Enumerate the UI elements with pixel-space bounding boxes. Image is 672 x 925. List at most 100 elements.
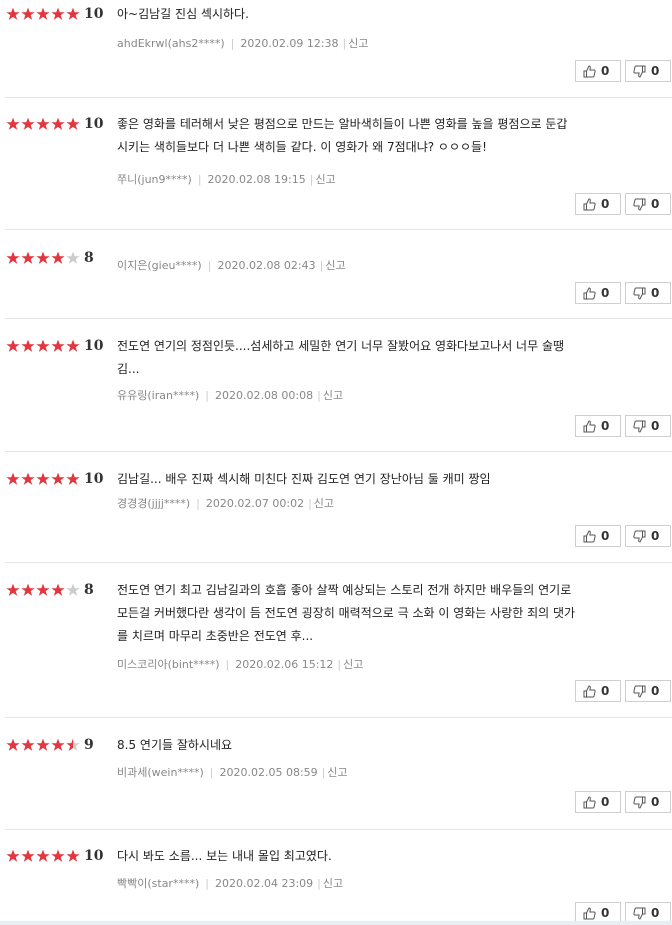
thumbs-down-icon bbox=[626, 286, 651, 300]
like-button[interactable]: 0 bbox=[575, 60, 621, 82]
star-rating bbox=[6, 738, 81, 752]
meta-separator: | bbox=[317, 389, 321, 402]
star-icon bbox=[21, 738, 35, 752]
review-text-line: 다시 봐도 소름... 보는 내내 몰입 최고였다. bbox=[117, 849, 332, 863]
star-icon bbox=[51, 849, 65, 863]
meta-separator: | bbox=[309, 173, 314, 186]
meta-separator: | bbox=[197, 173, 202, 186]
like-button[interactable]: 0 bbox=[575, 193, 621, 215]
like-count: 0 bbox=[601, 64, 610, 78]
star-rating bbox=[6, 472, 81, 486]
star-icon bbox=[51, 583, 65, 597]
report-link[interactable]: 신고 bbox=[327, 766, 347, 779]
review-author[interactable]: 유유링(iran****) bbox=[117, 389, 199, 402]
report-link[interactable]: 신고 bbox=[323, 877, 343, 890]
star-icon bbox=[36, 738, 50, 752]
review-date: 2020.02.07 00:02 bbox=[205, 497, 305, 510]
star-icon bbox=[51, 7, 65, 21]
like-count: 0 bbox=[601, 286, 610, 300]
review-author[interactable]: 경경경(jjjj****) bbox=[117, 497, 190, 510]
like-count: 0 bbox=[601, 684, 610, 698]
vote-buttons: 00 bbox=[571, 680, 671, 702]
star-icon bbox=[66, 117, 80, 131]
review-date: 2020.02.05 08:59 bbox=[219, 766, 318, 779]
review-meta: 유유링(iran****) | 2020.02.08 00:08 | 신고 bbox=[117, 387, 343, 403]
dislike-button[interactable]: 0 bbox=[625, 791, 671, 813]
meta-separator: | bbox=[196, 497, 200, 510]
review-score: 9 bbox=[84, 737, 94, 753]
like-button[interactable]: 0 bbox=[575, 282, 621, 304]
star-icon bbox=[21, 7, 35, 21]
report-link[interactable]: 신고 bbox=[315, 173, 335, 186]
review-score: 10 bbox=[84, 848, 104, 864]
like-button[interactable]: 0 bbox=[575, 791, 621, 813]
like-button[interactable]: 0 bbox=[575, 415, 621, 437]
star-icon bbox=[36, 339, 50, 353]
report-link[interactable]: 신고 bbox=[323, 389, 343, 402]
star-icon bbox=[36, 583, 50, 597]
review-divider bbox=[5, 562, 672, 563]
report-link[interactable]: 신고 bbox=[325, 259, 345, 272]
thumbs-down-icon bbox=[626, 64, 651, 78]
dislike-button[interactable]: 0 bbox=[625, 282, 671, 304]
vote-buttons: 00 bbox=[571, 282, 671, 304]
meta-separator: | bbox=[342, 37, 347, 50]
review-score: 10 bbox=[84, 6, 104, 22]
thumbs-up-icon bbox=[576, 684, 601, 698]
star-rating bbox=[6, 117, 81, 131]
review-divider bbox=[5, 97, 672, 98]
dislike-button[interactable]: 0 bbox=[625, 680, 671, 702]
review-author[interactable]: 미스코리아(bint****) bbox=[117, 658, 220, 671]
meta-separator: | bbox=[308, 497, 312, 510]
star-icon bbox=[66, 472, 80, 486]
review-author[interactable]: 비과세(wein****) bbox=[117, 766, 204, 779]
review-author[interactable]: 쭈니(jun9****) bbox=[117, 173, 192, 186]
star-rating bbox=[6, 339, 81, 353]
star-icon bbox=[36, 472, 50, 486]
review-text-line: 전도연 연기의 정점인듯....섬세하고 세밀한 연기 너무 잘봤어요 영화다보… bbox=[117, 339, 565, 353]
report-link[interactable]: 신고 bbox=[314, 497, 334, 510]
dislike-button[interactable]: 0 bbox=[625, 60, 671, 82]
star-icon bbox=[6, 583, 20, 597]
review-score: 8 bbox=[84, 250, 94, 266]
star-icon bbox=[21, 251, 35, 265]
review-author[interactable]: ahdEkrwl(ahs2****) bbox=[117, 37, 225, 50]
star-rating bbox=[6, 849, 81, 863]
star-icon bbox=[36, 7, 50, 21]
review-divider bbox=[5, 229, 672, 230]
report-link[interactable]: 신고 bbox=[348, 37, 368, 50]
report-link[interactable]: 신고 bbox=[343, 658, 363, 671]
star-icon bbox=[66, 738, 80, 752]
review-meta: ahdEkrwl(ahs2****) | 2020.02.09 12:38 | 신고 bbox=[117, 35, 369, 51]
review-divider bbox=[5, 318, 672, 319]
like-button[interactable]: 0 bbox=[575, 525, 621, 547]
vote-buttons: 00 bbox=[571, 791, 671, 813]
star-icon bbox=[51, 738, 65, 752]
review-author[interactable]: 빡빡이(star****) bbox=[117, 877, 199, 890]
star-icon bbox=[6, 7, 20, 21]
thumbs-up-icon bbox=[576, 197, 601, 211]
star-icon bbox=[36, 849, 50, 863]
review-meta: 쭈니(jun9****) | 2020.02.08 19:15 | 신고 bbox=[117, 171, 336, 187]
star-icon bbox=[21, 583, 35, 597]
vote-buttons: 00 bbox=[571, 415, 671, 437]
review-author[interactable]: 이지은(gieu****) bbox=[117, 259, 202, 272]
like-count: 0 bbox=[601, 419, 610, 433]
review-score: 8 bbox=[84, 582, 94, 598]
dislike-button[interactable]: 0 bbox=[625, 525, 671, 547]
dislike-button[interactable]: 0 bbox=[625, 193, 671, 215]
review-score: 10 bbox=[84, 338, 104, 354]
star-icon bbox=[66, 583, 80, 597]
dislike-button[interactable]: 0 bbox=[625, 415, 671, 437]
review-meta: 빡빡이(star****) | 2020.02.04 23:09 | 신고 bbox=[117, 875, 343, 891]
review-text-line: 모든걸 커버했다란 생각이 듬 전도연 굉장히 매력적으로 극 소화 이 영화는… bbox=[117, 606, 576, 620]
like-button[interactable]: 0 bbox=[575, 680, 621, 702]
star-icon bbox=[21, 117, 35, 131]
thumbs-up-icon bbox=[576, 906, 601, 920]
star-icon bbox=[66, 251, 80, 265]
meta-separator: | bbox=[319, 259, 324, 272]
star-icon bbox=[21, 339, 35, 353]
star-icon bbox=[21, 849, 35, 863]
review-text: 다시 봐도 소름... 보는 내내 몰입 최고였다. bbox=[117, 845, 657, 868]
star-rating bbox=[6, 583, 81, 597]
